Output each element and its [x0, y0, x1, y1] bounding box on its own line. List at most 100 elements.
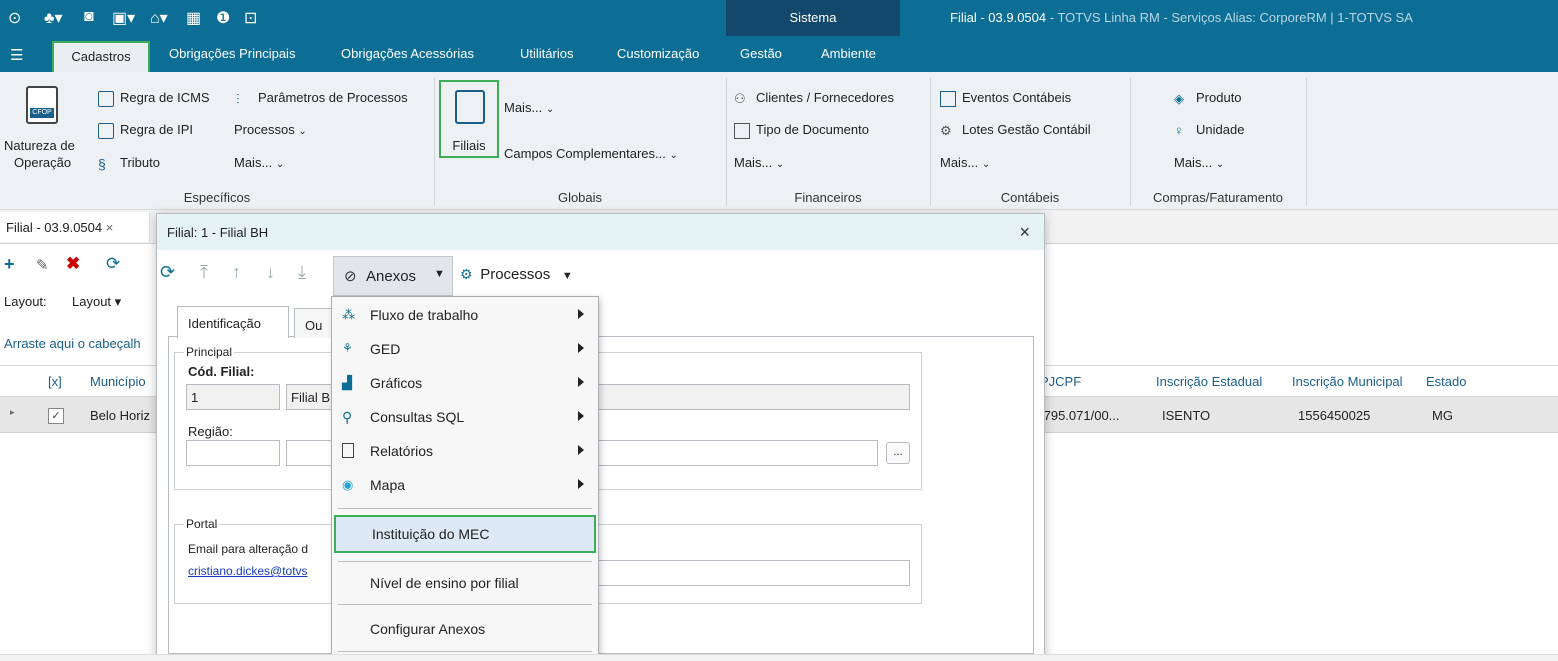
mais-globais-button[interactable]: Mais... ⌄	[504, 100, 554, 115]
email-link[interactable]: cristiano.dickes@totvs	[188, 564, 308, 578]
unidade-label: Unidade	[1196, 122, 1245, 137]
help-icon[interactable]: ❶	[216, 8, 230, 28]
gear-icon: ⚙	[460, 266, 473, 282]
group-globais: Globais	[557, 190, 603, 205]
col-municipio[interactable]: Município	[90, 374, 146, 389]
clientes-label: Clientes / Fornecedores	[756, 90, 895, 105]
clientes-fornecedores-button[interactable]: ⚇ Clientes / Fornecedores	[734, 90, 894, 107]
submenu-arrow-icon	[578, 411, 584, 421]
refresh-icon[interactable]: ⟳	[106, 254, 120, 274]
menu-item-consultas-sql[interactable]: ⚲ Consultas SQL	[332, 401, 598, 435]
edit-icon[interactable]: ✎	[36, 256, 49, 274]
menu-item-nivel-ensino[interactable]: Nível de ensino por filial	[332, 567, 598, 601]
menu-ambiente[interactable]: Ambiente	[821, 46, 876, 61]
sliders-icon: ⫶	[236, 90, 240, 107]
natureza-line2[interactable]: Operação	[14, 155, 71, 170]
tributo-button[interactable]: § Tributo	[98, 155, 160, 172]
ged-icon: ⚘	[342, 341, 353, 355]
hamburger-icon[interactable]: ☰	[10, 46, 23, 64]
menu-item-ged[interactable]: ⚘ GED	[332, 333, 598, 367]
calculator-icon[interactable]: ▦	[186, 8, 201, 28]
mais-financeiros-button[interactable]: Mais... ⌄	[734, 155, 784, 170]
lotes-gestao-button[interactable]: ⚙ Lotes Gestão Contábil	[940, 122, 1091, 139]
regra-ipi-button[interactable]: Regra de IPI	[98, 122, 193, 139]
submenu-arrow-icon	[578, 309, 584, 319]
regra-icms-button[interactable]: Regra de ICMS	[98, 90, 210, 107]
cod-filial-field[interactable]: 1	[186, 384, 280, 410]
quick-access-icon-3[interactable]: ▣▾	[112, 8, 135, 28]
mais-especificos-button[interactable]: Mais... ⌄	[234, 155, 284, 170]
first-record-icon[interactable]: ⤒	[200, 262, 208, 283]
search-icon: ⚲	[342, 409, 353, 425]
menu-gestao[interactable]: Gestão	[740, 46, 782, 61]
next-record-icon[interactable]: ↓	[266, 262, 275, 283]
quick-access-icon-1[interactable]: ♣▾	[44, 8, 63, 28]
filiais-button[interactable]: Filiais	[439, 80, 499, 158]
close-icon[interactable]: ×	[106, 220, 114, 235]
col-inscricao-estadual[interactable]: Inscrição Estadual	[1156, 374, 1262, 389]
email-field[interactable]	[596, 560, 910, 586]
refresh-icon[interactable]: ⟳	[160, 262, 175, 283]
paperclip-icon: ⊘	[344, 268, 357, 285]
delete-icon[interactable]: ✖	[66, 254, 80, 274]
mais-contabeis-button[interactable]: Mais... ⌄	[940, 155, 990, 170]
cfop-icon[interactable]: CFOP	[26, 86, 58, 124]
chevron-down-icon: ⌄	[545, 104, 555, 115]
layout-label: Layout:	[4, 294, 47, 309]
menu-item-graficos[interactable]: ▟ Gráficos	[332, 367, 598, 401]
menu-customizacao[interactable]: Customização	[617, 46, 699, 61]
parametros-button[interactable]: ⫶ Parâmetros de Processos	[236, 90, 408, 107]
dialog-title-bar: Filial: 1 - Filial BH ×	[157, 214, 1044, 250]
col-inscricao-municipal[interactable]: Inscrição Municipal	[1292, 374, 1403, 389]
col-estado[interactable]: Estado	[1426, 374, 1466, 389]
menu-item-fluxo-trabalho[interactable]: ⁂ Fluxo de trabalho	[332, 299, 598, 333]
row-checkbox[interactable]: ✓	[48, 408, 64, 424]
last-record-icon[interactable]: ⤓	[298, 262, 306, 283]
menu-obrigacoes-acessorias[interactable]: Obrigações Acessórias	[341, 46, 474, 61]
exit-icon[interactable]: ⊡	[244, 8, 257, 28]
tab-outros[interactable]: Ou	[294, 308, 334, 338]
campos-complementares-button[interactable]: Campos Complementares... ⌄	[504, 146, 678, 161]
col-cnpjcpf[interactable]: PJCPF	[1040, 374, 1081, 389]
eventos-contabeis-button[interactable]: Eventos Contábeis	[940, 90, 1071, 107]
close-icon[interactable]: ×	[1019, 222, 1030, 243]
regiao-lookup-button[interactable]: ...	[886, 442, 910, 464]
anexos-button[interactable]: ⊘ Anexos ▼	[333, 256, 453, 296]
mais-compras-button[interactable]: Mais... ⌄	[1174, 155, 1224, 170]
processos-button[interactable]: ⚙ Processos ▼	[460, 266, 573, 283]
lotes-label: Lotes Gestão Contábil	[962, 122, 1091, 137]
document-tab-label: Filial - 03.9.0504	[6, 220, 103, 235]
app-title: Filial - 03.9.0504 - TOTVS Linha RM - Se…	[950, 10, 1413, 25]
menu-item-instituicao-mec[interactable]: Instituição do MEC	[334, 515, 596, 553]
quick-access-icon-2[interactable]: ◙	[84, 8, 94, 26]
menu-item-label: Mapa	[370, 477, 406, 493]
col-selected[interactable]: [x]	[48, 374, 62, 389]
cell-inscricao-estadual: ISENTO	[1162, 408, 1211, 423]
natureza-line1[interactable]: Natureza de	[4, 138, 75, 153]
menu-item-configurar-anexos[interactable]: Configurar Anexos	[332, 613, 598, 647]
home-icon[interactable]: ⌂▾	[150, 8, 168, 28]
app-menu-icon[interactable]: ⊙	[8, 8, 21, 28]
menu-cadastros[interactable]: Cadastros	[52, 41, 150, 75]
unit-icon: ♀	[1174, 122, 1184, 138]
menu-utilitarios[interactable]: Utilitários	[520, 46, 573, 61]
mais-compras-label: Mais...	[1174, 155, 1213, 170]
regiao-code-field[interactable]	[186, 440, 280, 466]
menu-item-relatorios[interactable]: Relatórios	[332, 435, 598, 469]
previous-record-icon[interactable]: ↑	[232, 262, 241, 283]
layout-dropdown[interactable]: Layout ▾	[72, 294, 121, 310]
menu-item-mapa[interactable]: ◉ Mapa	[332, 469, 598, 503]
menu-obrigacoes-principais[interactable]: Obrigações Principais	[169, 46, 295, 61]
processos-ribbon-button[interactable]: Processos ⌄	[234, 122, 307, 137]
batches-icon: ⚙	[940, 122, 952, 138]
ribbon-divider	[726, 78, 727, 206]
app-title-rest: - TOTVS Linha RM - Serviços Alias: Corpo…	[1046, 10, 1413, 25]
document-tab[interactable]: Filial - 03.9.0504 ×	[0, 212, 150, 242]
produto-button[interactable]: ◈ Produto	[1174, 90, 1242, 107]
parametros-label: Parâmetros de Processos	[258, 90, 408, 105]
unidade-button[interactable]: ♀ Unidade	[1174, 122, 1244, 139]
printer-icon	[98, 122, 114, 139]
tab-identificacao[interactable]: Identificação	[177, 306, 289, 338]
tipo-documento-button[interactable]: Tipo de Documento	[734, 122, 869, 139]
add-icon[interactable]: +	[4, 254, 15, 275]
